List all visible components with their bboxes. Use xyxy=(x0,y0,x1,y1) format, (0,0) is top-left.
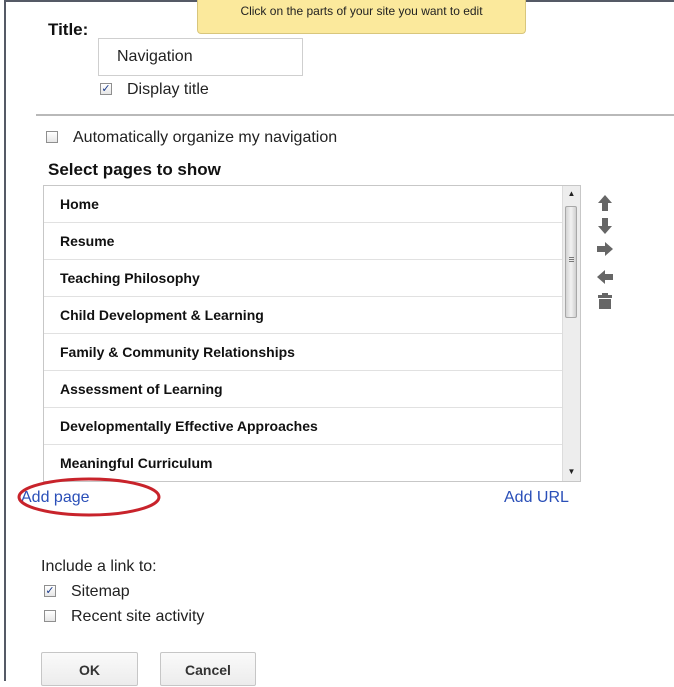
pages-list-scrollbar[interactable]: ▲ ▼ xyxy=(562,186,580,481)
pages-list[interactable]: Home Resume Teaching Philosophy Child De… xyxy=(43,185,581,482)
auto-organize-label: Automatically organize my navigation xyxy=(73,129,338,146)
scroll-up-arrow-icon[interactable]: ▲ xyxy=(563,186,580,202)
scroll-thumb[interactable] xyxy=(565,206,577,318)
recent-activity-checkbox[interactable] xyxy=(44,610,56,622)
indent-right-icon[interactable] xyxy=(596,240,614,258)
sitemap-label: Sitemap xyxy=(71,583,130,600)
page-item-home[interactable]: Home xyxy=(44,186,564,223)
add-url-link[interactable]: Add URL xyxy=(504,489,569,507)
page-item-resume[interactable]: Resume xyxy=(44,223,564,260)
scroll-thumb-grip xyxy=(569,257,574,263)
include-link-label: Include a link to: xyxy=(41,558,157,575)
title-label: Title: xyxy=(48,20,89,39)
move-up-icon[interactable] xyxy=(596,194,614,212)
display-title-checkbox[interactable]: ✓ xyxy=(100,83,112,95)
recent-activity-label: Recent site activity xyxy=(71,608,205,625)
page-item-teaching-philosophy[interactable]: Teaching Philosophy xyxy=(44,260,564,297)
page-item-effective-approaches[interactable]: Developmentally Effective Approaches xyxy=(44,408,564,445)
outdent-left-icon[interactable] xyxy=(596,268,614,286)
page-item-family-community[interactable]: Family & Community Relationships xyxy=(44,334,564,371)
page-item-assessment[interactable]: Assessment of Learning xyxy=(44,371,564,408)
display-title-label: Display title xyxy=(127,81,209,98)
scroll-down-arrow-icon[interactable]: ▼ xyxy=(563,464,580,480)
trash-icon[interactable] xyxy=(596,292,614,310)
select-pages-heading: Select pages to show xyxy=(48,160,221,179)
auto-organize-checkbox[interactable] xyxy=(46,131,58,143)
dialog-left-border xyxy=(4,0,6,681)
sitemap-checkbox[interactable]: ✓ xyxy=(44,585,56,597)
edit-hint-tooltip: Click on the parts of your site you want… xyxy=(197,0,526,34)
title-input[interactable] xyxy=(98,38,303,76)
move-down-icon[interactable] xyxy=(596,217,614,235)
page-item-child-development[interactable]: Child Development & Learning xyxy=(44,297,564,334)
annotation-circle xyxy=(17,477,161,517)
edit-hint-text: Click on the parts of your site you want… xyxy=(240,4,483,18)
section-divider xyxy=(36,114,674,116)
